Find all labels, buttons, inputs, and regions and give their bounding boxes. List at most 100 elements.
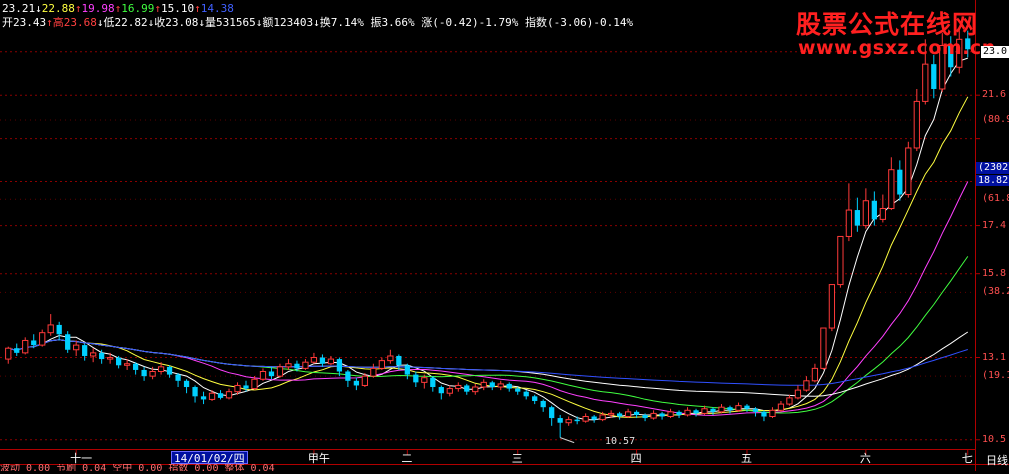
candle-up xyxy=(90,352,97,357)
low-pointer xyxy=(560,437,575,444)
candle-up xyxy=(769,409,776,418)
header-value: ↓ xyxy=(313,16,320,29)
candle-down xyxy=(14,348,20,353)
candle-down xyxy=(752,408,759,412)
header-value: 低22.82 xyxy=(103,16,148,29)
header-value: 振3.66% xyxy=(363,16,415,29)
candle-up xyxy=(701,408,708,414)
candle-up xyxy=(684,409,691,416)
header-value: 16.99 xyxy=(121,2,155,15)
candle-up xyxy=(225,391,233,399)
candle-down xyxy=(871,200,877,220)
x-tick-label: 四 xyxy=(630,452,642,465)
candle-up xyxy=(718,406,725,413)
candle-up xyxy=(786,397,793,405)
candle-down xyxy=(438,387,444,394)
candle-up xyxy=(234,384,241,393)
candle-up xyxy=(922,63,929,102)
candle-down xyxy=(676,411,682,415)
candle-up xyxy=(905,147,912,196)
header-value: 22.88 xyxy=(41,2,75,15)
y-tick-label: 17.4 xyxy=(982,219,1007,231)
candle-up xyxy=(913,100,920,149)
header-value: 换7.14% xyxy=(319,16,364,29)
watermark-url: www.gsxz.com.cn xyxy=(798,37,996,59)
chart-canvas[interactable] xyxy=(0,0,1009,471)
x-tick-label: 五 xyxy=(740,452,752,465)
candle-up xyxy=(845,209,853,237)
candle-up xyxy=(879,208,886,220)
y-tick-label: 18.82 xyxy=(976,175,1009,187)
candle-up xyxy=(310,357,318,363)
candle-up xyxy=(107,357,114,360)
candle-down xyxy=(268,371,275,377)
candle-down xyxy=(489,382,495,388)
candle-up xyxy=(123,363,131,366)
moving-average-values: 23.21↓22.88↑19.98↑16.99↑15.10↑14.38 xyxy=(2,2,234,15)
candle-down xyxy=(506,383,512,389)
y-tick-label: (61.8% xyxy=(982,193,1009,205)
candle-down xyxy=(616,413,623,417)
candle-up xyxy=(667,411,674,418)
y-tick-label: (80.9% xyxy=(982,114,1009,126)
header-value: 收23.08 xyxy=(154,16,199,29)
candle-up xyxy=(259,370,267,380)
candle-down xyxy=(931,64,937,89)
header-value: ↓ xyxy=(35,2,42,15)
header-value: ↓ xyxy=(198,16,205,29)
candle-down xyxy=(642,414,648,419)
x-tick-label: 二 xyxy=(401,452,413,465)
candle-up xyxy=(624,411,632,418)
header-value: 涨(-0.42)-1.79% xyxy=(414,16,519,29)
candle-up xyxy=(862,200,869,227)
candle-down xyxy=(532,396,538,401)
candle-up xyxy=(5,347,12,360)
candle-up xyxy=(777,403,785,411)
candle-down xyxy=(710,408,716,412)
candle-down xyxy=(591,416,597,420)
watermark-title: 股票公式在线网 xyxy=(796,10,979,39)
x-tick-label: 七 xyxy=(961,452,973,465)
kline-chart[interactable] xyxy=(0,0,1009,471)
candle-up xyxy=(607,412,615,416)
candle-up xyxy=(837,235,844,286)
candle-down xyxy=(464,385,470,392)
candle-up xyxy=(480,381,487,388)
candle-up xyxy=(446,388,453,394)
candle-down xyxy=(166,366,173,375)
candle-up xyxy=(378,360,385,369)
candle-down xyxy=(345,371,351,381)
candle-down xyxy=(243,385,249,389)
header-value: 14.38 xyxy=(200,2,234,15)
candle-up xyxy=(803,380,810,391)
candle-up xyxy=(472,386,479,393)
candle-up xyxy=(47,324,54,334)
x-tick-label: 六 xyxy=(859,452,871,465)
candle-up xyxy=(828,284,836,329)
candle-up xyxy=(820,327,827,369)
header-value: 量531565 xyxy=(205,16,256,29)
candle-down xyxy=(99,352,105,360)
y-tick-label: 13.1 xyxy=(982,351,1007,363)
candle-up xyxy=(327,358,335,365)
candle-down xyxy=(65,334,71,350)
candle-down xyxy=(540,400,546,408)
candle-up xyxy=(208,392,216,400)
candle-up xyxy=(599,414,606,421)
candle-down xyxy=(574,419,580,422)
candle-down xyxy=(192,387,198,397)
candle-up xyxy=(251,378,258,390)
candle-down xyxy=(430,377,436,388)
candle-down xyxy=(633,411,640,415)
period-label[interactable]: 日线 xyxy=(986,452,1008,468)
y-tick-label: 10.5 xyxy=(982,433,1007,445)
y-tick-label: 15.8 xyxy=(982,267,1007,279)
candle-down xyxy=(175,374,181,381)
candle-down xyxy=(659,413,665,417)
candle-up xyxy=(39,332,46,346)
header-value: ↑ xyxy=(46,16,53,29)
candle-down xyxy=(693,410,699,414)
candle-down xyxy=(413,374,419,383)
candle-up xyxy=(421,377,428,383)
candle-up xyxy=(22,339,29,354)
